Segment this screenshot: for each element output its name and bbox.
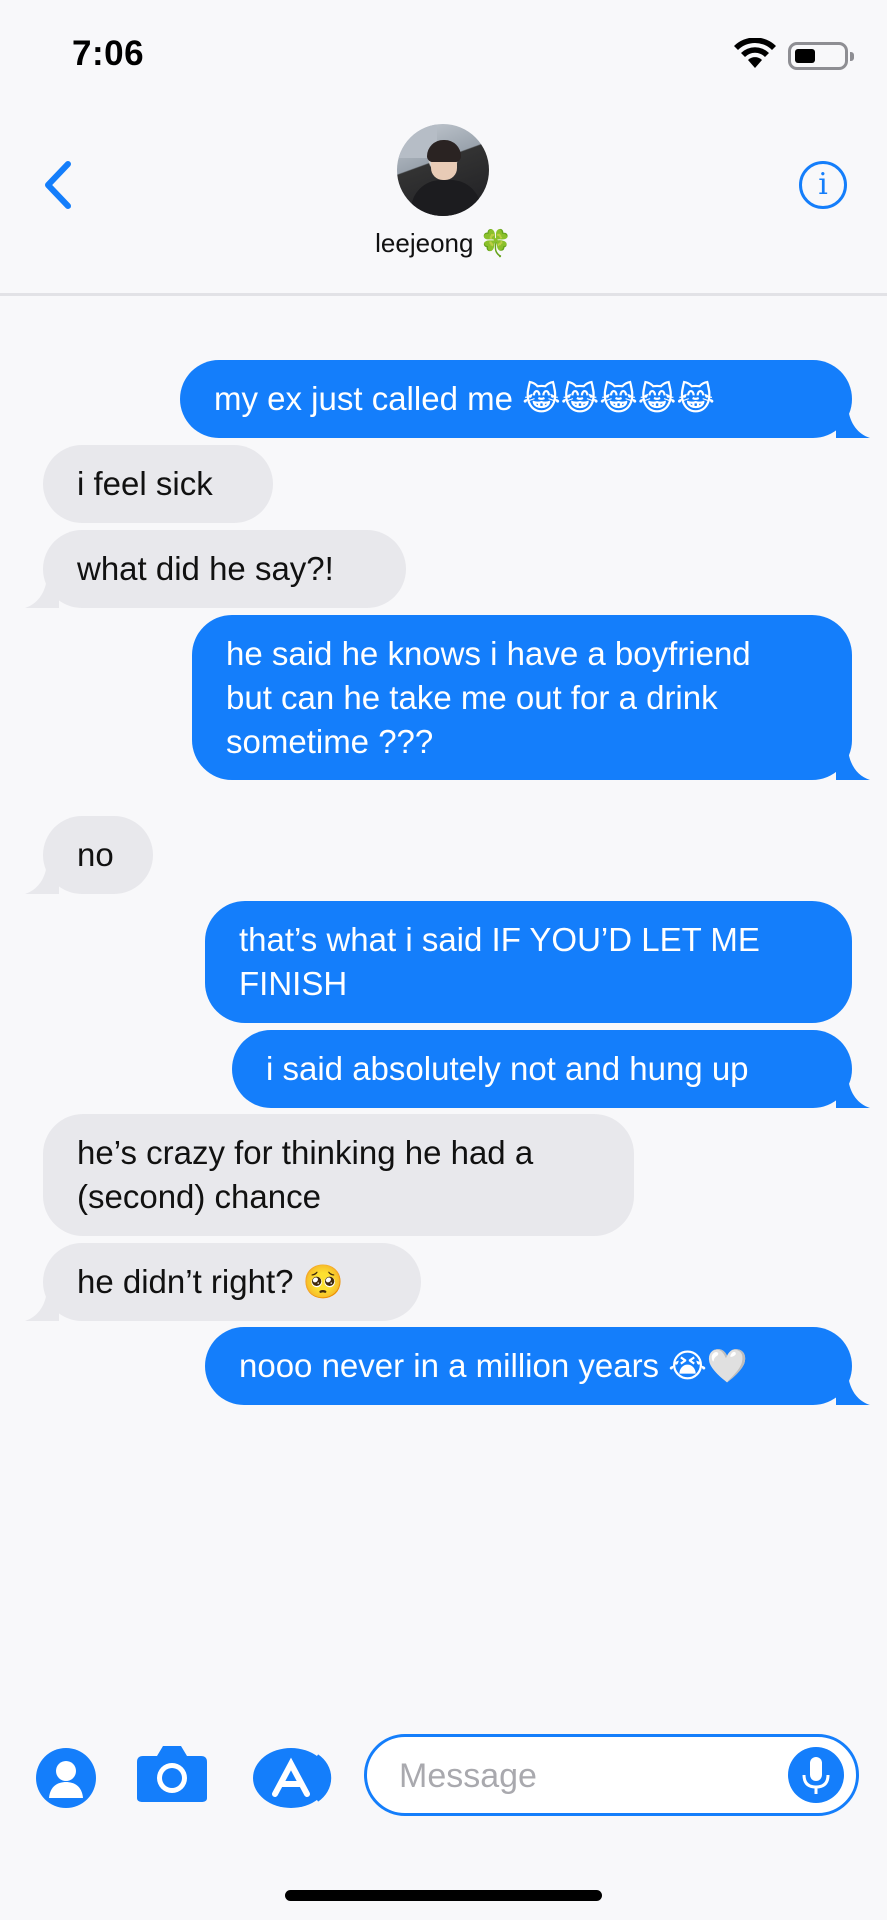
message-bubble-sent[interactable]: i said absolutely not and hung up [232, 1030, 852, 1108]
message-bubble-sent[interactable]: he said he knows i have a boyfriend but … [192, 615, 852, 780]
message-bubble-received[interactable]: he didn’t right? 🥺 [43, 1243, 421, 1321]
message-bubble-received[interactable]: what did he say?! [43, 530, 406, 608]
app-store-icon[interactable] [253, 1748, 333, 1808]
message-bubble-sent[interactable]: nooo never in a million years 😭🤍 [205, 1327, 852, 1405]
message-bubble-received[interactable]: i feel sick [43, 445, 273, 523]
status-time: 7:06 [72, 34, 145, 73]
message-bubble-received[interactable]: no [43, 816, 153, 894]
contact-name-text: leejeong [375, 228, 474, 258]
contact-name[interactable]: leejeong 🍀 [0, 228, 887, 259]
camera-icon[interactable] [135, 1744, 209, 1804]
clover-emoji: 🍀 [479, 228, 512, 258]
home-indicator[interactable] [285, 1890, 602, 1901]
microphone-icon[interactable] [788, 1747, 844, 1803]
wifi-icon [734, 38, 776, 68]
info-icon[interactable]: i [799, 161, 847, 209]
message-input[interactable]: Message [364, 1734, 859, 1816]
conversation-header: leejeong 🍀 i [0, 110, 887, 296]
message-bubble-sent[interactable]: my ex just called me 😹😹😹😹😹 [180, 360, 852, 438]
back-chevron-icon[interactable] [42, 160, 74, 210]
battery-icon [788, 42, 854, 70]
contact-avatar[interactable] [397, 124, 489, 216]
status-bar: 7:06 [0, 0, 887, 110]
contact-icon[interactable] [36, 1748, 96, 1808]
message-placeholder: Message [399, 1757, 537, 1795]
compose-toolbar: Message [0, 1720, 887, 1830]
message-bubble-received[interactable]: he’s crazy for thinking he had a (second… [43, 1114, 634, 1236]
message-bubble-sent[interactable]: that’s what i said IF YOU’D LET ME FINIS… [205, 901, 852, 1023]
